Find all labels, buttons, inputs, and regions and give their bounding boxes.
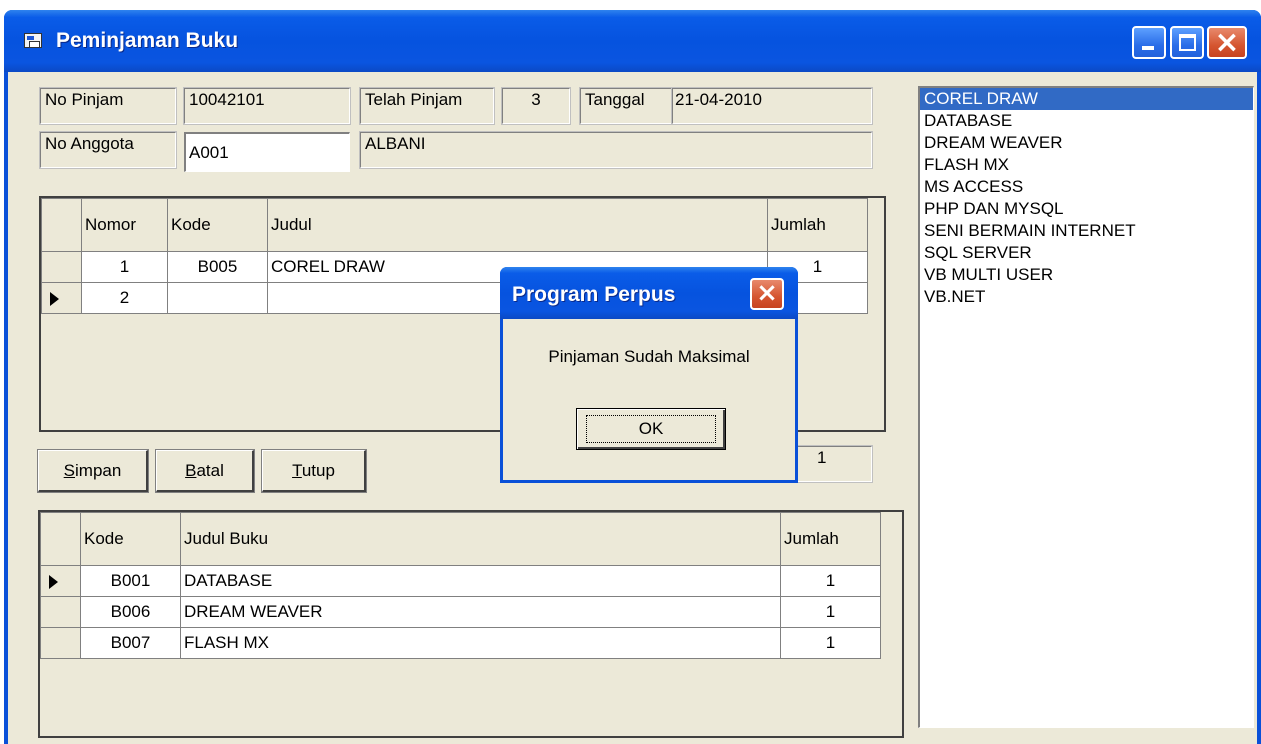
minimize-icon: [1142, 46, 1154, 50]
grid-cell[interactable]: B001: [80, 565, 181, 597]
list-item[interactable]: PHP DAN MYSQL: [920, 198, 1253, 220]
telah-pinjam-value: 3: [501, 87, 571, 125]
loan-grid-header: Nomor Kode Judul Jumlah: [41, 198, 868, 252]
list-item[interactable]: VB.NET: [920, 286, 1253, 308]
column-header[interactable]: Judul Buku: [180, 512, 781, 566]
window-title: Peminjaman Buku: [56, 29, 239, 52]
grid-cell[interactable]: 1: [780, 627, 881, 659]
tutup-label: utup: [301, 461, 335, 480]
no-anggota-label: No Anggota: [39, 131, 177, 169]
no-anggota-input[interactable]: A001: [184, 132, 350, 172]
tanggal-value: 21-04-2010: [671, 87, 873, 125]
grid-cell[interactable]: B006: [80, 596, 181, 628]
grid-cell[interactable]: DREAM WEAVER: [180, 596, 781, 628]
row-selector[interactable]: [41, 282, 82, 314]
table-row[interactable]: B001 DATABASE 1: [40, 565, 881, 597]
row-selector-header: [41, 198, 82, 252]
message-dialog: Program Perpus × Pinjaman Sudah Maksimal…: [500, 267, 798, 483]
no-pinjam-label: No Pinjam: [39, 87, 177, 125]
close-icon: ×: [1214, 25, 1240, 60]
book-listbox[interactable]: COREL DRAW DATABASE DREAM WEAVER FLASH M…: [918, 86, 1254, 728]
list-item[interactable]: VB MULTI USER: [920, 264, 1253, 286]
minimize-button[interactable]: [1132, 26, 1166, 59]
tutup-button[interactable]: Tutup: [261, 449, 367, 493]
borrowed-grid-header: Kode Judul Buku Jumlah: [40, 512, 881, 566]
dialog-message: Pinjaman Sudah Maksimal: [548, 347, 750, 366]
row-selector-header: [40, 512, 81, 566]
grid-cell[interactable]: [167, 282, 268, 314]
list-item[interactable]: SQL SERVER: [920, 242, 1253, 264]
grid-cell[interactable]: B005: [167, 251, 268, 283]
title-bar[interactable]: Peminjaman Buku ×: [4, 10, 1261, 72]
maximize-icon: [1179, 34, 1196, 51]
grid-cell[interactable]: 1: [81, 251, 168, 283]
tutup-hotkey: T: [292, 461, 302, 480]
batal-hotkey: B: [185, 461, 197, 480]
column-header[interactable]: Kode: [80, 512, 181, 566]
maximize-button[interactable]: [1170, 26, 1204, 59]
table-row[interactable]: B006 DREAM WEAVER 1: [40, 596, 881, 628]
ok-label: OK: [586, 415, 716, 443]
grid-cell[interactable]: B007: [80, 627, 181, 659]
table-row[interactable]: B007 FLASH MX 1: [40, 627, 881, 659]
row-selector[interactable]: [40, 565, 81, 597]
dialog-title: Program Perpus: [512, 283, 676, 306]
app-icon[interactable]: [24, 33, 42, 48]
column-header[interactable]: Judul: [267, 198, 768, 252]
column-header[interactable]: Jumlah: [767, 198, 868, 252]
current-row-arrow-icon: [50, 291, 59, 306]
dialog-title-bar[interactable]: Program Perpus ×: [500, 267, 798, 319]
grid-cell[interactable]: 1: [780, 596, 881, 628]
column-header[interactable]: Nomor: [81, 198, 168, 252]
grid-cell[interactable]: FLASH MX: [180, 627, 781, 659]
row-selector[interactable]: [40, 596, 81, 628]
list-item[interactable]: COREL DRAW: [920, 88, 1253, 110]
list-item[interactable]: MS ACCESS: [920, 176, 1253, 198]
simpan-hotkey: S: [63, 461, 76, 480]
grid-cell[interactable]: DATABASE: [180, 565, 781, 597]
dialog-body: Pinjaman Sudah Maksimal OK: [503, 319, 795, 480]
simpan-label: impan: [75, 461, 122, 480]
close-button[interactable]: ×: [1207, 26, 1247, 59]
current-row-arrow-icon: [49, 574, 58, 589]
dialog-close-button[interactable]: ×: [750, 278, 784, 310]
column-header[interactable]: Jumlah: [780, 512, 881, 566]
grid-cell[interactable]: 1: [780, 565, 881, 597]
borrowed-books-grid[interactable]: Kode Judul Buku Jumlah B001 DATABASE 1 B…: [38, 510, 904, 738]
telah-pinjam-label: Telah Pinjam: [359, 87, 495, 125]
column-header[interactable]: Kode: [167, 198, 268, 252]
row-selector[interactable]: [41, 251, 82, 283]
simpan-button[interactable]: Simpan: [37, 449, 149, 493]
close-icon: ×: [756, 278, 778, 308]
batal-button[interactable]: Batal: [155, 449, 255, 493]
ok-button[interactable]: OK: [576, 408, 726, 450]
tanggal-label: Tanggal: [579, 87, 673, 125]
list-item[interactable]: DREAM WEAVER: [920, 132, 1253, 154]
list-item[interactable]: FLASH MX: [920, 154, 1253, 176]
batal-label: atal: [196, 461, 224, 480]
no-pinjam-value: 10042101: [183, 87, 351, 125]
row-selector[interactable]: [40, 627, 81, 659]
list-item[interactable]: DATABASE: [920, 110, 1253, 132]
list-item[interactable]: SENI BERMAIN INTERNET: [920, 220, 1253, 242]
nama-anggota-display: ALBANI: [359, 131, 873, 169]
grid-cell[interactable]: 2: [81, 282, 168, 314]
